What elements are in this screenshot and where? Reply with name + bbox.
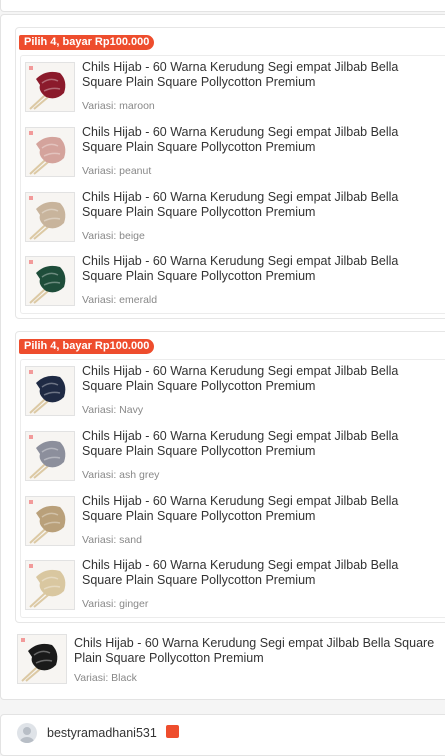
product-item[interactable]: Chils Hijab - 60 Warna Kerudung Segi emp… bbox=[15, 632, 445, 692]
product-thumbnail[interactable] bbox=[25, 62, 75, 112]
hijab-image bbox=[26, 63, 74, 111]
promo-badge: Pilih 4, bayar Rp100.000 bbox=[19, 35, 155, 50]
product-thumbnail[interactable] bbox=[25, 366, 75, 416]
product-item[interactable]: Chils Hijab - 60 Warna Kerudung Segi emp… bbox=[21, 490, 445, 550]
product-title[interactable]: Chils Hijab - 60 Warna Kerudung Segi emp… bbox=[82, 364, 442, 394]
product-title[interactable]: Chils Hijab - 60 Warna Kerudung Segi emp… bbox=[82, 429, 442, 459]
product-thumbnail[interactable] bbox=[25, 431, 75, 481]
hijab-image bbox=[26, 367, 74, 415]
flag-icon bbox=[166, 725, 179, 738]
hijab-image bbox=[26, 193, 74, 241]
product-item[interactable]: Chils Hijab - 60 Warna Kerudung Segi emp… bbox=[21, 121, 445, 181]
avatar[interactable] bbox=[17, 723, 37, 743]
product-title[interactable]: Chils Hijab - 60 Warna Kerudung Segi emp… bbox=[82, 190, 442, 220]
user-icon bbox=[20, 727, 34, 743]
product-item[interactable]: Chils Hijab - 60 Warna Kerudung Segi emp… bbox=[21, 425, 445, 485]
product-variant: Variasi: emerald bbox=[82, 294, 158, 306]
product-item[interactable]: Chils Hijab - 60 Warna Kerudung Segi emp… bbox=[21, 360, 445, 420]
product-item[interactable]: Chils Hijab - 60 Warna Kerudung Segi emp… bbox=[21, 56, 445, 116]
product-variant: Variasi: ginger bbox=[82, 598, 149, 610]
hijab-image bbox=[26, 561, 74, 609]
promo-bundle-group: Pilih 4, bayar Rp100.000 Chils Hijab - 6… bbox=[15, 27, 445, 319]
bundle-item-list: Chils Hijab - 60 Warna Kerudung Segi emp… bbox=[20, 55, 445, 314]
promo-bundle-group: Pilih 4, bayar Rp100.000 Chils Hijab - 6… bbox=[15, 331, 445, 623]
bundle-item-list: Chils Hijab - 60 Warna Kerudung Segi emp… bbox=[20, 359, 445, 618]
hijab-image bbox=[26, 257, 74, 305]
product-thumbnail[interactable] bbox=[25, 256, 75, 306]
product-thumbnail[interactable] bbox=[17, 634, 67, 684]
previous-card bbox=[0, 0, 445, 12]
order-card: Pilih 4, bayar Rp100.000 Chils Hijab - 6… bbox=[0, 14, 445, 700]
product-thumbnail[interactable] bbox=[25, 127, 75, 177]
hijab-image bbox=[26, 497, 74, 545]
product-item[interactable]: Chils Hijab - 60 Warna Kerudung Segi emp… bbox=[21, 250, 445, 310]
product-title[interactable]: Chils Hijab - 60 Warna Kerudung Segi emp… bbox=[82, 254, 442, 284]
hijab-image bbox=[26, 432, 74, 480]
product-title[interactable]: Chils Hijab - 60 Warna Kerudung Segi emp… bbox=[74, 636, 445, 666]
promo-badge: Pilih 4, bayar Rp100.000 bbox=[19, 339, 155, 354]
product-thumbnail[interactable] bbox=[25, 560, 75, 610]
hijab-image bbox=[18, 635, 66, 683]
product-title[interactable]: Chils Hijab - 60 Warna Kerudung Segi emp… bbox=[82, 125, 442, 155]
product-variant: Variasi: sand bbox=[82, 534, 142, 546]
product-title[interactable]: Chils Hijab - 60 Warna Kerudung Segi emp… bbox=[82, 60, 442, 90]
product-variant: Variasi: Navy bbox=[82, 404, 144, 416]
reviewer-username[interactable]: bestyramadhani531 bbox=[47, 726, 157, 740]
product-title[interactable]: Chils Hijab - 60 Warna Kerudung Segi emp… bbox=[82, 494, 442, 524]
product-variant: Variasi: beige bbox=[82, 230, 145, 242]
product-variant: Variasi: peanut bbox=[82, 165, 152, 177]
product-thumbnail[interactable] bbox=[25, 192, 75, 242]
product-title[interactable]: Chils Hijab - 60 Warna Kerudung Segi emp… bbox=[82, 558, 442, 588]
product-variant: Variasi: Black bbox=[74, 672, 137, 684]
review-card: bestyramadhani531 bbox=[0, 714, 445, 756]
product-variant: Variasi: maroon bbox=[82, 100, 155, 112]
product-item[interactable]: Chils Hijab - 60 Warna Kerudung Segi emp… bbox=[21, 554, 445, 614]
product-item[interactable]: Chils Hijab - 60 Warna Kerudung Segi emp… bbox=[21, 186, 445, 246]
product-thumbnail[interactable] bbox=[25, 496, 75, 546]
product-variant: Variasi: ash grey bbox=[82, 469, 160, 481]
hijab-image bbox=[26, 128, 74, 176]
